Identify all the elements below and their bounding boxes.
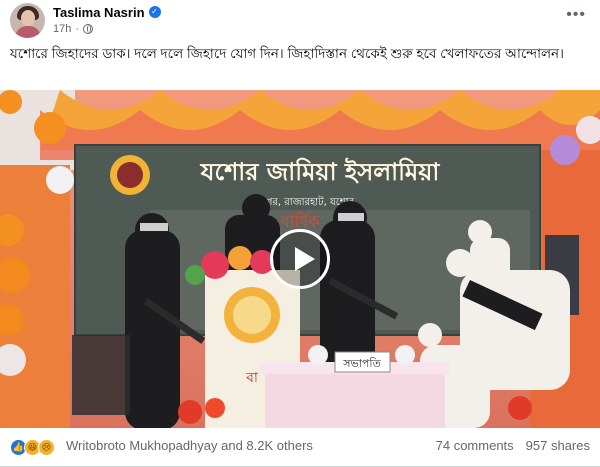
avatar-face <box>21 10 35 26</box>
author-name[interactable]: Taslima Nasrin <box>53 5 145 20</box>
post-meta: 17h · <box>53 22 94 36</box>
more-options-icon[interactable]: ••• <box>566 6 586 24</box>
post-header: Taslima Nasrin ✓ 17h · ••• <box>0 0 600 40</box>
avatar-body <box>15 26 41 38</box>
desk-sign: সভাপতি <box>342 357 381 370</box>
comments-count[interactable]: 74 comments <box>436 438 514 453</box>
sad-reaction-icon: 😢 <box>38 439 55 456</box>
post-text: যশোরে জিহাদের ডাক। দলে দলে জিহাদে যোগ দি… <box>10 46 564 61</box>
reaction-icons[interactable]: 👍 😆 😢 <box>10 439 55 456</box>
banner-title: যশোর জামিয়া ইসলামিয়া <box>200 157 441 186</box>
author-avatar[interactable] <box>10 3 45 38</box>
shares-count[interactable]: 957 shares <box>526 438 590 453</box>
verified-icon: ✓ <box>148 6 161 18</box>
post-time[interactable]: 17h <box>53 23 71 35</box>
play-icon[interactable] <box>270 229 330 289</box>
reactions-summary[interactable]: Writobroto Mukhopadhyay and 8.2K others <box>66 438 313 453</box>
post-footer: 👍 😆 😢 Writobroto Mukhopadhyay and 8.2K o… <box>0 428 600 467</box>
globe-icon <box>83 24 94 34</box>
video-player[interactable]: যশোর জামিয়া ইসলামিয়া রামনগর, রাজারহাট,… <box>0 90 600 428</box>
podium-text: বা <box>245 370 259 386</box>
engagement-counts: 74 comments 957 shares <box>436 438 590 453</box>
author-row: Taslima Nasrin ✓ <box>53 4 161 20</box>
